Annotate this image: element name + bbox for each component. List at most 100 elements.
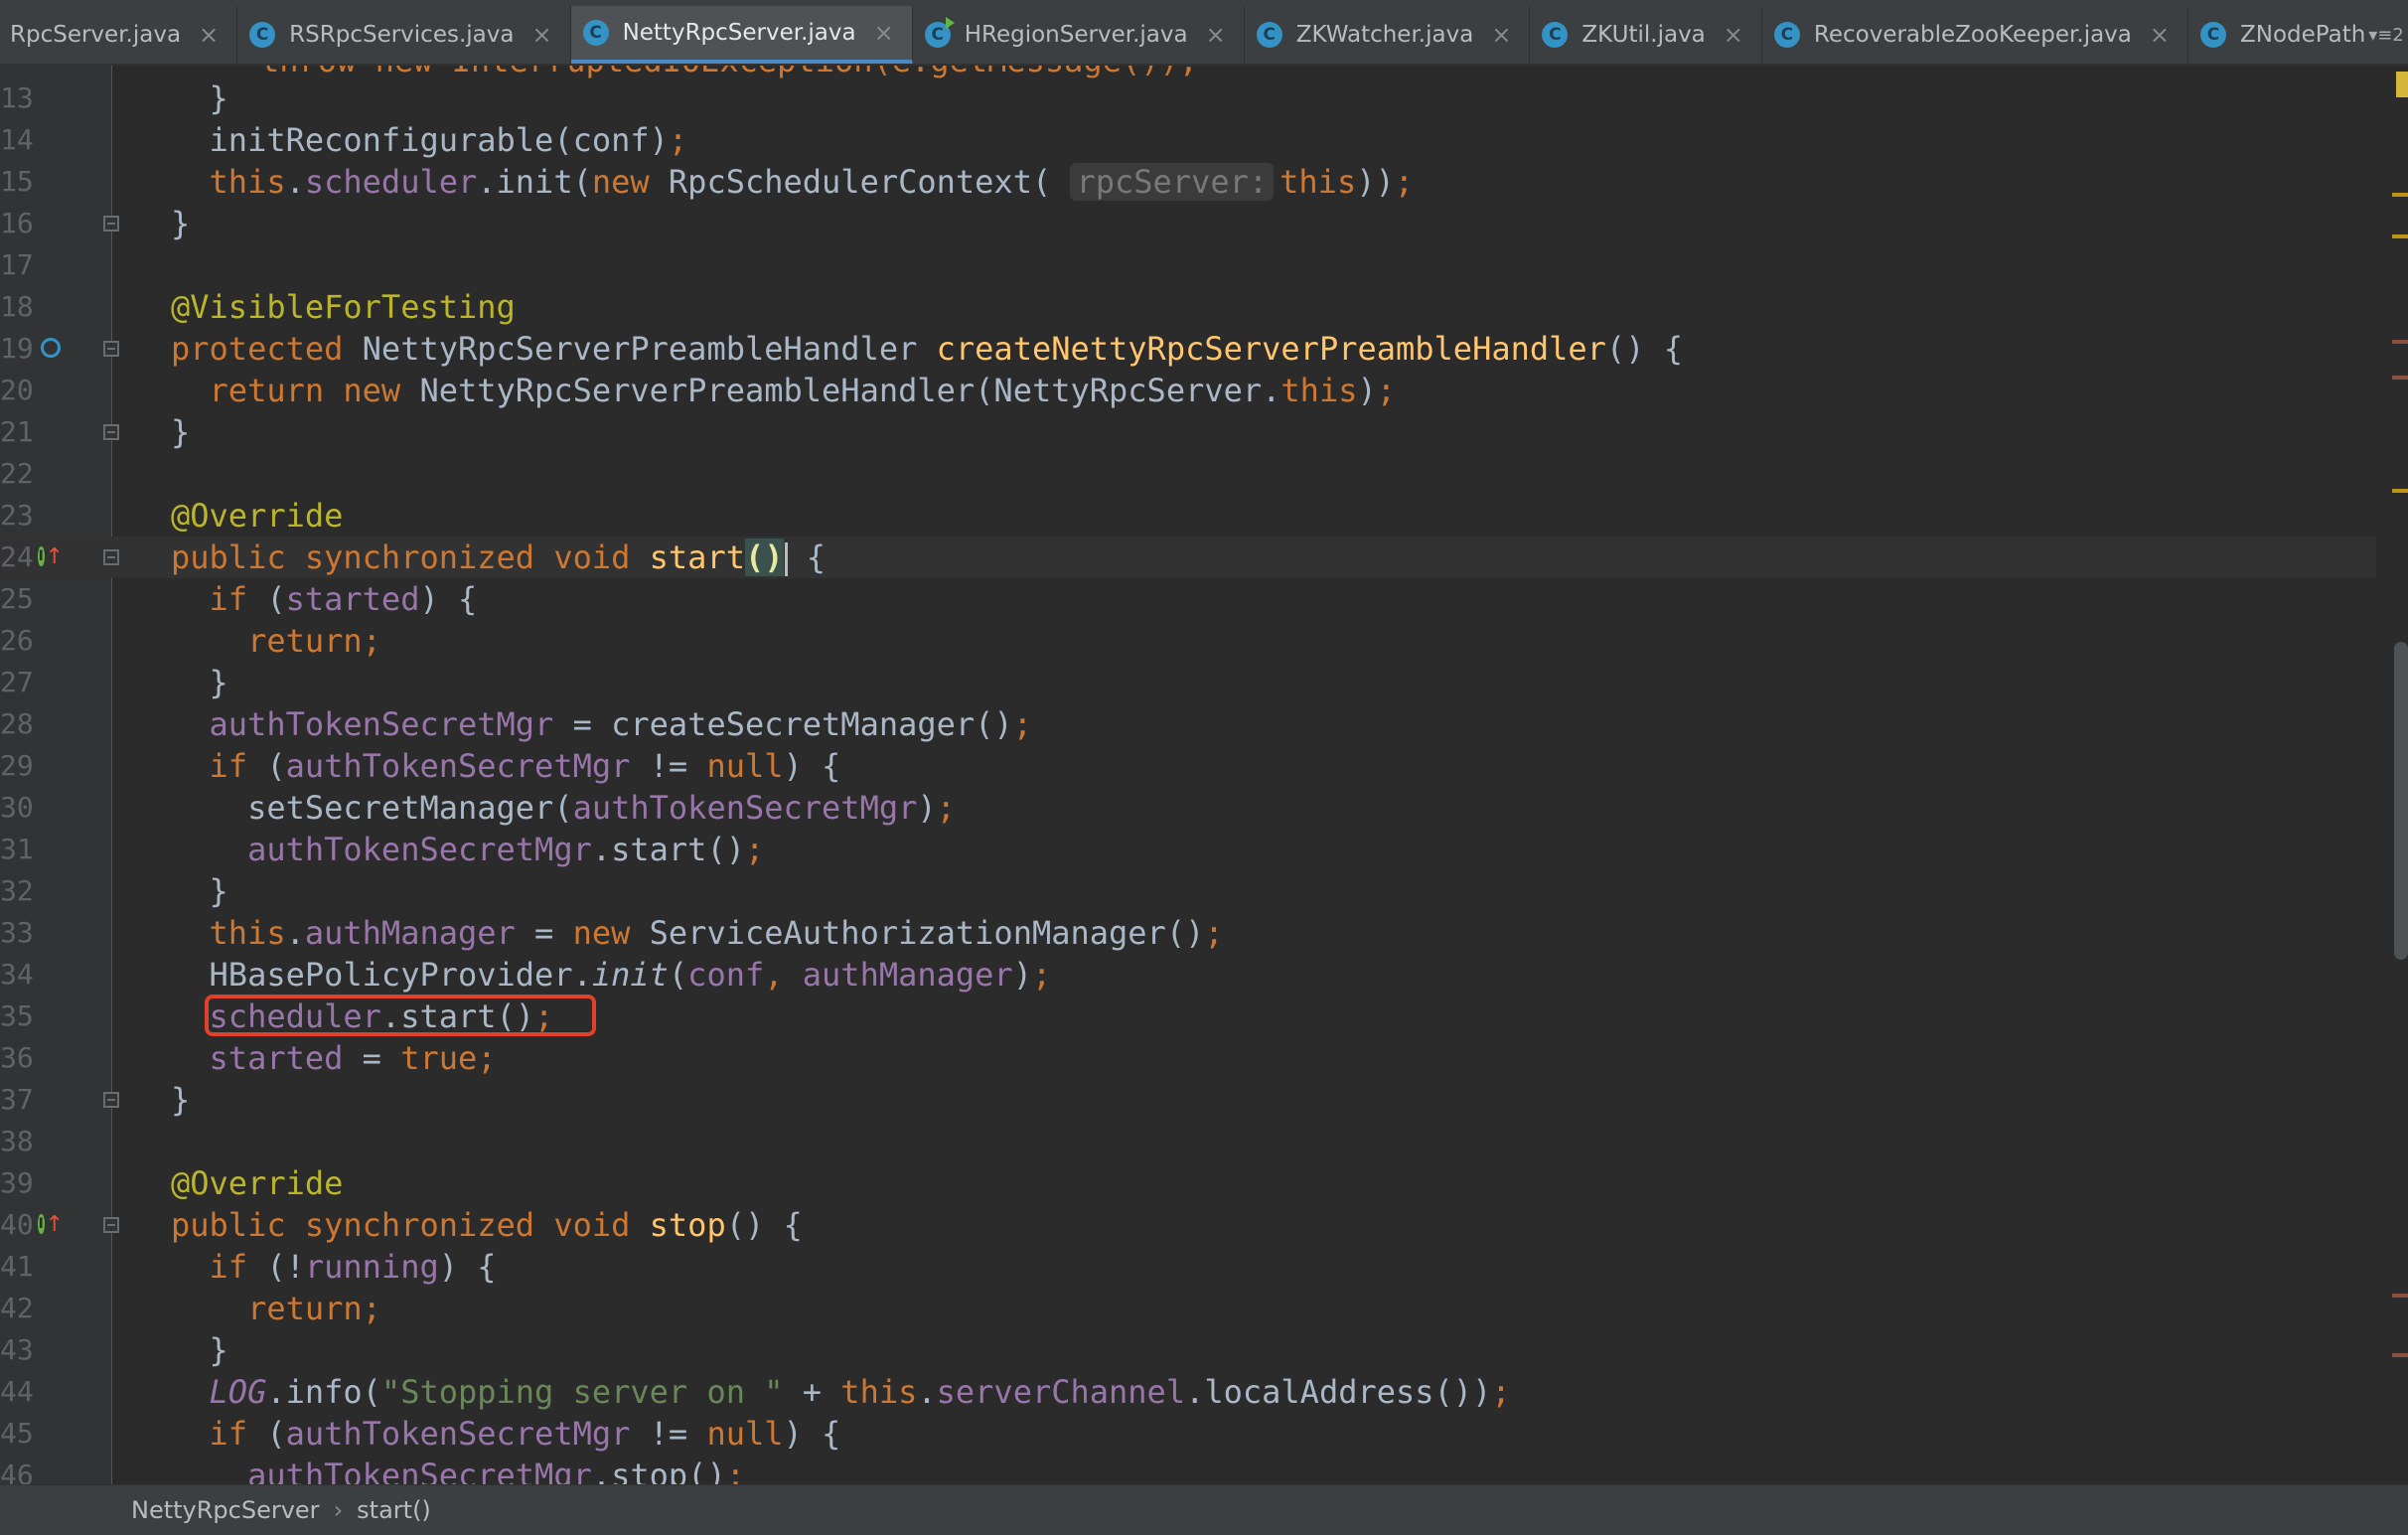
close-icon[interactable]: ×	[1206, 21, 1226, 49]
line-number: 15	[0, 165, 34, 198]
tab-zkutil[interactable]: C ZKUtil.java ×	[1530, 6, 1762, 64]
code-text: this.scheduler.init(new RpcSchedulerCont…	[209, 163, 1414, 201]
code-line: 41 if (!running) {	[0, 1246, 2408, 1288]
fold-icon[interactable]	[103, 424, 119, 440]
code-line: 22	[0, 453, 2408, 495]
error-stripe-markers	[2376, 66, 2408, 1484]
code-line: 36 started = true;	[0, 1037, 2408, 1079]
close-icon[interactable]: ×	[874, 19, 894, 47]
code-text: public synchronized void stop() {	[171, 1206, 803, 1244]
tab-label: RSRpcServices.java	[289, 22, 515, 48]
code-line: 30 setSecretManager(authTokenSecretMgr);	[0, 787, 2408, 829]
close-icon[interactable]: ×	[2150, 21, 2170, 49]
code-text: }	[171, 205, 191, 242]
code-line: 42 return;	[0, 1288, 2408, 1329]
line-number: 26	[0, 624, 34, 657]
close-icon[interactable]: ×	[1491, 21, 1511, 49]
usage-marker[interactable]	[2392, 1353, 2408, 1357]
usage-marker[interactable]	[2392, 376, 2408, 380]
code-line: 23 @Override	[0, 495, 2408, 537]
line-number: 44	[0, 1375, 34, 1408]
code-text: this.authManager = new ServiceAuthorizat…	[209, 914, 1224, 952]
tab-hregionserver[interactable]: C HRegionServer.java ×	[913, 6, 1245, 64]
close-icon[interactable]: ×	[531, 21, 551, 49]
class-icon: C	[1773, 22, 1800, 48]
overrides-method-icon[interactable]: I ↑	[38, 1211, 64, 1237]
line-number: 30	[0, 791, 34, 824]
line-number: 18	[0, 290, 34, 323]
usage-marker[interactable]	[2392, 340, 2408, 344]
line-number: 42	[0, 1292, 34, 1324]
fold-icon[interactable]	[103, 341, 119, 357]
vertical-scrollbar-thumb[interactable]	[2394, 642, 2408, 960]
code-text: authTokenSecretMgr = createSecretManager…	[209, 705, 1032, 743]
fold-icon[interactable]	[103, 216, 119, 231]
code-text: authTokenSecretMgr.start();	[247, 831, 765, 868]
tab-rsrpcservices[interactable]: C RSRpcServices.java ×	[237, 6, 571, 64]
code-text: setSecretManager(authTokenSecretMgr);	[171, 789, 956, 827]
close-icon[interactable]: ×	[199, 21, 219, 49]
tab-zkwatcher[interactable]: C ZKWatcher.java ×	[1245, 6, 1531, 64]
breadcrumb-separator: ›	[333, 1496, 344, 1524]
parameter-hint: rpcServer:	[1070, 163, 1275, 201]
line-number: 24	[0, 540, 34, 573]
code-line: 37 }	[0, 1079, 2408, 1121]
code-text: }	[171, 1081, 191, 1119]
code-text: @Override	[171, 1164, 344, 1202]
line-number: 39	[0, 1166, 34, 1199]
code-text: return;	[247, 622, 381, 660]
code-text: public synchronized void start() {	[171, 538, 827, 576]
line-number: 40	[0, 1208, 34, 1241]
tab-list-menu-button[interactable]: ▾≡2	[2364, 6, 2408, 64]
line-number: 38	[0, 1125, 34, 1157]
fold-icon[interactable]	[103, 1217, 119, 1233]
code-line: 28 authTokenSecretMgr = createSecretMana…	[0, 703, 2408, 745]
line-number: 17	[0, 248, 34, 281]
class-icon: C	[582, 20, 609, 46]
code-line: 27 }	[0, 662, 2408, 703]
line-number: 35	[0, 999, 34, 1032]
code-line: 20 return new NettyRpcServerPreambleHand…	[0, 370, 2408, 411]
line-number: 22	[0, 457, 34, 490]
code-line: 46 authTokenSecretMgr.stop();	[0, 1455, 2408, 1484]
code-text: if (started) {	[209, 580, 478, 618]
line-number: 27	[0, 666, 34, 698]
code-editor[interactable]: throw new InterruptedIOException(e.getMe…	[0, 66, 2408, 1484]
breadcrumb-method[interactable]: start()	[357, 1496, 431, 1524]
code-text: protected NettyRpcServerPreambleHandler …	[171, 330, 1683, 368]
line-number: 16	[0, 207, 34, 239]
line-number: 34	[0, 958, 34, 991]
close-icon[interactable]: ×	[1724, 21, 1743, 49]
fold-icon[interactable]	[103, 549, 119, 565]
line-number: 23	[0, 499, 34, 532]
warning-marker[interactable]	[2396, 72, 2408, 97]
tab-label: HRegionServer.java	[964, 22, 1188, 48]
code-text: authTokenSecretMgr.stop();	[247, 1457, 745, 1484]
fold-icon[interactable]	[103, 1092, 119, 1108]
code-line: 16 }	[0, 203, 2408, 244]
line-number: 13	[0, 81, 34, 114]
code-line: 38	[0, 1121, 2408, 1162]
tab-label: ZKUtil.java	[1581, 22, 1706, 48]
tab-recoverablezookeeper[interactable]: C RecoverableZooKeeper.java ×	[1762, 6, 2189, 64]
warning-marker[interactable]	[2392, 234, 2408, 238]
line-number: 29	[0, 749, 34, 782]
class-icon: C	[1256, 22, 1282, 48]
line-number: 46	[0, 1458, 34, 1484]
warning-marker[interactable]	[2392, 193, 2408, 197]
tab-rpcserver[interactable]: RpcServer.java ×	[0, 6, 238, 64]
line-number: 33	[0, 916, 34, 949]
class-icon: C	[249, 22, 276, 48]
code-line: 43 }	[0, 1329, 2408, 1371]
overrides-method-icon[interactable]: I ↑	[38, 543, 64, 569]
debug-override-icon[interactable]	[38, 335, 64, 361]
code-text: @VisibleForTesting	[171, 288, 516, 326]
runnable-class-icon: C	[924, 17, 955, 48]
warning-marker[interactable]	[2392, 489, 2408, 493]
usage-marker[interactable]	[2392, 1294, 2408, 1298]
breadcrumb-class[interactable]: NettyRpcServer	[131, 1496, 320, 1524]
code-text: HBasePolicyProvider.init(conf, authManag…	[171, 956, 1052, 994]
code-line: 39 @Override	[0, 1162, 2408, 1204]
code-line: 15 this.scheduler.init(new RpcSchedulerC…	[0, 161, 2408, 203]
tab-nettyrpcserver[interactable]: C NettyRpcServer.java ×	[570, 6, 913, 64]
